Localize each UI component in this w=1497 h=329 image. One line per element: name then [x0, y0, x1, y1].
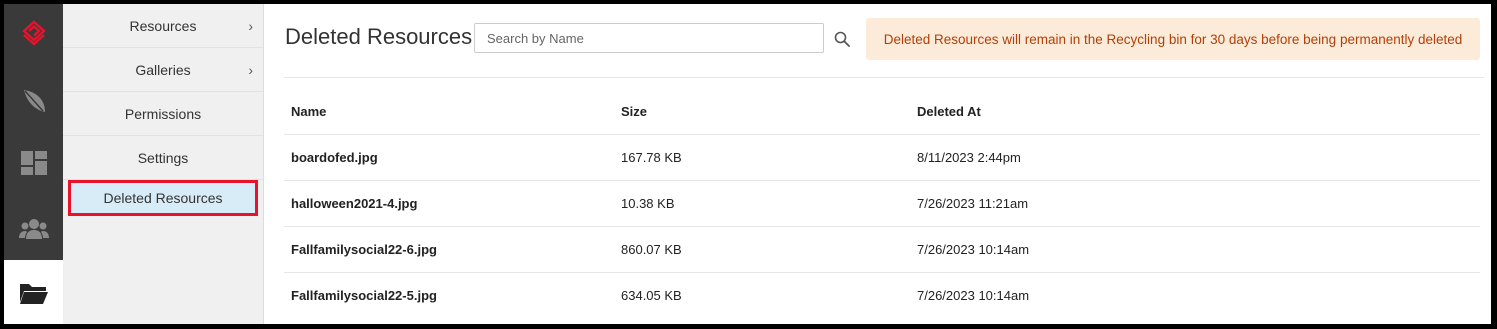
deleted-resources-table: Name Size Deleted At boardofed.jpg 167.7… — [284, 88, 1480, 318]
secondary-nav: Resources › Galleries › Permissions Sett… — [63, 4, 264, 324]
subnav-item-label: Galleries — [135, 61, 191, 78]
resource-size: 167.78 KB — [614, 134, 910, 181]
icon-rail — [4, 4, 63, 324]
table-row[interactable]: boardofed.jpg 167.78 KB 8/11/2023 2:44pm — [284, 134, 1480, 181]
resource-name: boardofed.jpg — [284, 134, 614, 181]
main-content: Deleted Resources Deleted Resources will… — [264, 4, 1491, 324]
subnav-item-permissions[interactable]: Permissions — [63, 92, 263, 136]
subnav-item-label: Permissions — [124, 105, 202, 122]
logo-icon[interactable] — [4, 8, 63, 58]
subnav-item-resources[interactable]: Resources › — [63, 4, 263, 48]
subnav-item-label: Resources — [129, 17, 197, 34]
resource-deleted-at: 8/11/2023 2:44pm — [910, 134, 1480, 181]
chevron-right-icon: › — [248, 17, 253, 34]
retention-notice: Deleted Resources will remain in the Rec… — [866, 18, 1480, 60]
search-icon[interactable] — [832, 29, 852, 49]
resource-name: Fallfamilysocial22-6.jpg — [284, 226, 614, 273]
resource-size: 860.07 KB — [614, 226, 910, 273]
subnav-item-deleted-resources[interactable]: Deleted Resources — [68, 180, 258, 216]
divider — [284, 77, 1484, 78]
users-icon[interactable] — [4, 204, 63, 254]
chevron-right-icon: › — [248, 61, 253, 78]
table-header-row: Name Size Deleted At — [284, 88, 1480, 135]
feather-icon[interactable] — [4, 76, 63, 126]
column-header-size[interactable]: Size — [614, 88, 910, 135]
resource-name: halloween2021-4.jpg — [284, 180, 614, 227]
resource-size: 10.38 KB — [614, 180, 910, 227]
table-row[interactable]: Fallfamilysocial22-6.jpg 860.07 KB 7/26/… — [284, 226, 1480, 273]
app-window: Resources › Galleries › Permissions Sett… — [4, 4, 1491, 324]
subnav-item-settings[interactable]: Settings — [63, 136, 263, 180]
subnav-item-label: Settings — [137, 149, 189, 166]
table-row[interactable]: halloween2021-4.jpg 10.38 KB 7/26/2023 1… — [284, 180, 1480, 227]
dashboard-icon[interactable] — [4, 138, 63, 188]
column-header-deleted-at[interactable]: Deleted At — [910, 88, 1480, 135]
table-row[interactable]: Fallfamilysocial22-5.jpg 634.05 KB 7/26/… — [284, 272, 1480, 318]
search-input[interactable] — [474, 23, 824, 53]
subnav-item-label: Deleted Resources — [103, 190, 223, 206]
resource-size: 634.05 KB — [614, 272, 910, 318]
resource-name: Fallfamilysocial22-5.jpg — [284, 272, 614, 318]
resource-deleted-at: 7/26/2023 10:14am — [910, 272, 1480, 318]
resource-deleted-at: 7/26/2023 10:14am — [910, 226, 1480, 273]
column-header-name[interactable]: Name — [284, 88, 614, 135]
page-title: Deleted Resources — [285, 24, 473, 49]
folder-open-icon[interactable] — [4, 268, 63, 318]
resource-deleted-at: 7/26/2023 11:21am — [910, 180, 1480, 227]
subnav-item-galleries[interactable]: Galleries › — [63, 48, 263, 92]
